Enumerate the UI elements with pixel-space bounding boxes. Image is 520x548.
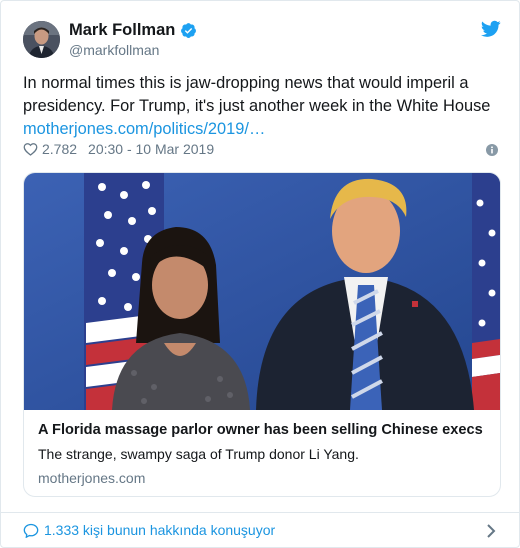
author-name[interactable]: Mark Follman <box>69 21 175 40</box>
embedded-tweet: Mark Follman @markfollman In normal time… <box>0 0 520 548</box>
heart-icon[interactable] <box>23 142 38 156</box>
link-preview-body: A Florida massage parlor owner has been … <box>38 422 488 486</box>
link-preview-card[interactable]: A Florida massage parlor owner has been … <box>23 172 501 497</box>
article-photo <box>24 173 500 410</box>
info-icon[interactable] <box>486 144 498 156</box>
speech-bubble-icon <box>23 523 39 538</box>
card-description: The strange, swampy saga of Trump donor … <box>38 446 359 462</box>
tweet-text-block: In normal times this is jaw-dropping new… <box>23 72 501 141</box>
footer-divider <box>1 512 520 513</box>
author-handle[interactable]: @markfollman <box>69 42 159 58</box>
tweet-meta: 2.782 20:30 - 10 Mar 2019 <box>23 141 214 157</box>
tweet-timestamp[interactable]: 20:30 - 10 Mar 2019 <box>88 141 214 157</box>
author-name-row[interactable]: Mark Follman <box>69 21 197 40</box>
conversation-link[interactable]: 1.333 kişi bunun hakkında konuşuyor <box>23 522 275 538</box>
chevron-right-icon[interactable] <box>486 524 496 538</box>
twitter-bird-icon[interactable] <box>481 20 501 38</box>
card-title[interactable]: A Florida massage parlor owner has been … <box>38 422 488 438</box>
conversation-text[interactable]: 1.333 kişi bunun hakkında konuşuyor <box>44 522 275 538</box>
tweet-link[interactable]: motherjones.com/politics/2019/… <box>23 118 501 141</box>
like-count[interactable]: 2.782 <box>42 141 77 157</box>
card-domain: motherjones.com <box>38 470 146 486</box>
verified-badge-icon <box>181 23 197 38</box>
avatar[interactable] <box>23 21 60 58</box>
tweet-text: In normal times this is jaw-dropping new… <box>23 74 491 115</box>
